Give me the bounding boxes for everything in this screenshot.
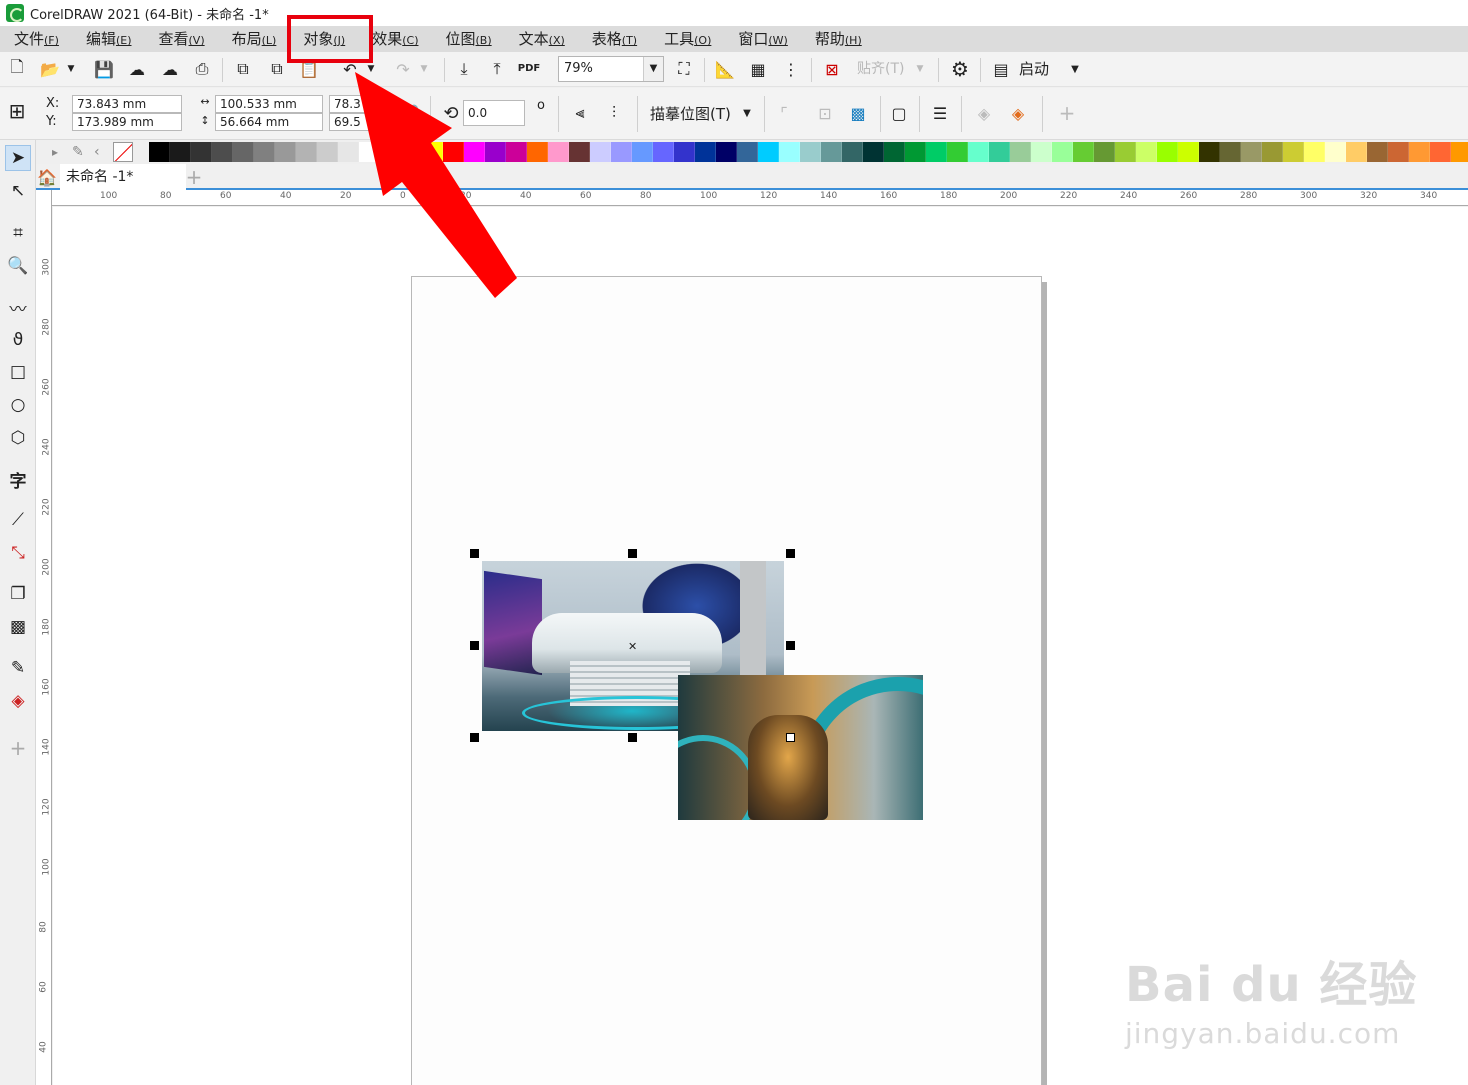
watermark-main: Bai du 经验 <box>1125 957 1418 1013</box>
watermark-sub: jingyan.baidu.com <box>1125 1017 1401 1050</box>
red-arrow-icon <box>355 72 517 298</box>
baidu-watermark: Bai du 经验 jingyan.baidu.com <box>1125 945 1417 1050</box>
coreldraw-window: { "window": { "title": "CorelDRAW 2021 (… <box>0 0 1468 1085</box>
